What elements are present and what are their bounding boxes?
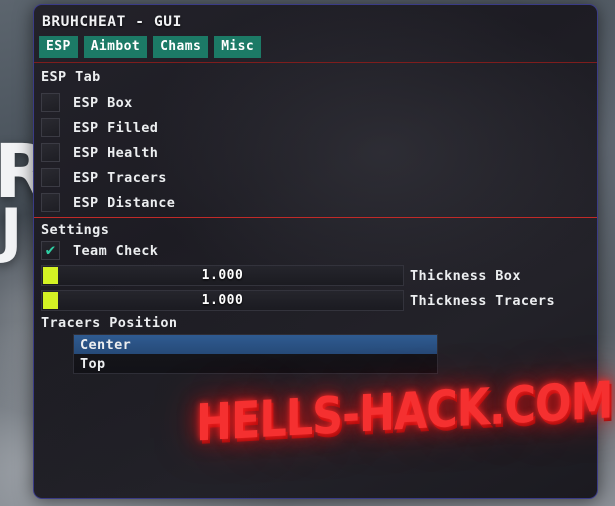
checkbox-esp-tracers[interactable]	[41, 168, 60, 187]
tab-chams[interactable]: Chams	[153, 36, 209, 58]
separator-top	[34, 62, 597, 63]
checkbox-esp-health[interactable]	[41, 143, 60, 162]
checkbox-row-esp-box[interactable]: ESP Box	[41, 93, 133, 112]
tab-aimbot[interactable]: Aimbot	[83, 36, 148, 58]
tab-misc[interactable]: Misc	[214, 36, 262, 58]
cheat-menu-panel: BRUHCHEAT - GUI ESP Aimbot Chams Misc ES…	[33, 4, 598, 499]
list-item-center[interactable]: Center	[74, 335, 437, 354]
checkbox-row-esp-health[interactable]: ESP Health	[41, 143, 158, 162]
checkbox-row-esp-filled[interactable]: ESP Filled	[41, 118, 158, 137]
separator-middle	[34, 217, 597, 218]
slider-value-thickness-box: 1.000	[201, 268, 244, 283]
slider-row-thickness-box: 1.000 Thickness Box	[41, 265, 521, 286]
slider-row-thickness-tracers: 1.000 Thickness Tracers	[41, 290, 555, 311]
section-heading-tracers-position: Tracers Position	[41, 315, 178, 331]
checkbox-row-esp-distance[interactable]: ESP Distance	[41, 193, 175, 212]
section-heading-esp: ESP Tab	[41, 69, 101, 85]
slider-thickness-box[interactable]: 1.000	[41, 265, 404, 286]
checkbox-label-esp-health: ESP Health	[73, 144, 159, 161]
list-item-top[interactable]: Top	[74, 354, 437, 373]
tab-esp[interactable]: ESP	[39, 36, 78, 58]
slider-thickness-tracers[interactable]: 1.000	[41, 290, 404, 311]
slider-value-thickness-tracers: 1.000	[201, 293, 244, 308]
panel-title: BRUHCHEAT - GUI	[42, 14, 182, 30]
checkbox-row-esp-tracers[interactable]: ESP Tracers	[41, 168, 167, 187]
checkbox-team-check[interactable]: ✔	[41, 241, 60, 260]
checkbox-label-team-check: Team Check	[73, 242, 159, 259]
section-heading-settings: Settings	[41, 222, 110, 238]
slider-label-thickness-box: Thickness Box	[410, 267, 521, 284]
checkbox-esp-box[interactable]	[41, 93, 60, 112]
checkbox-esp-filled[interactable]	[41, 118, 60, 137]
checkbox-row-team-check[interactable]: ✔ Team Check	[41, 241, 158, 260]
checkbox-esp-distance[interactable]	[41, 193, 60, 212]
listbox-tracers-position[interactable]: Center Top	[73, 334, 438, 374]
checkbox-label-esp-filled: ESP Filled	[73, 119, 159, 136]
tab-bar: ESP Aimbot Chams Misc	[39, 36, 262, 58]
checkbox-label-esp-distance: ESP Distance	[73, 194, 176, 211]
checkbox-label-esp-box: ESP Box	[73, 94, 133, 111]
checkmark-icon: ✔	[45, 240, 56, 259]
checkbox-label-esp-tracers: ESP Tracers	[73, 169, 167, 186]
slider-label-thickness-tracers: Thickness Tracers	[410, 292, 555, 309]
